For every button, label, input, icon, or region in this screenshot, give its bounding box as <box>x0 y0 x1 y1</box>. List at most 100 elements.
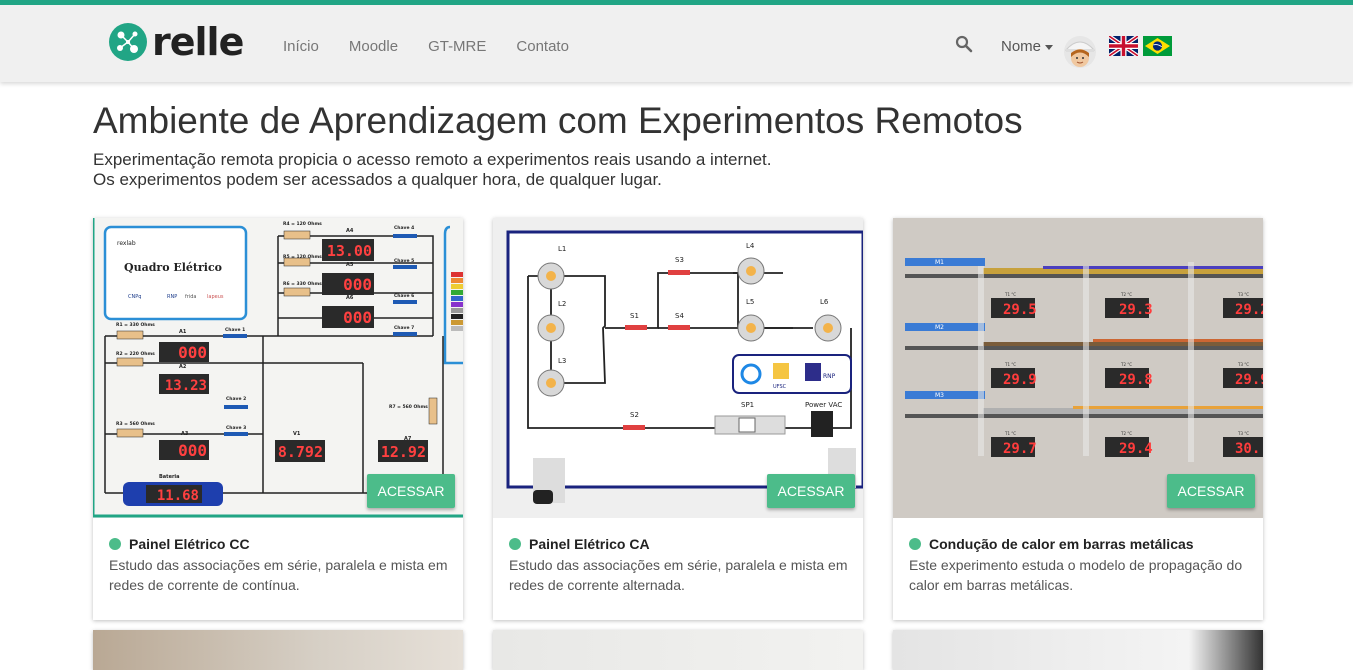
subtitle-line-2: Os experimentos podem ser acessados a qu… <box>93 170 662 189</box>
brand-name: relle <box>152 20 244 64</box>
a1-label: A1 <box>179 329 187 335</box>
l6-label: L6 <box>820 298 829 306</box>
s4-label: S4 <box>675 312 684 320</box>
display-a7: 12.92 <box>381 443 426 461</box>
rnp-logo-text-ac: RNP <box>823 373 836 380</box>
cnpq-logo-text: CNPq <box>128 294 141 300</box>
flag-brazil-icon[interactable] <box>1143 36 1172 56</box>
r1-label: R1 = 330 Ohms <box>116 322 155 328</box>
frida-logo-text: frida <box>185 294 196 300</box>
m1-t1-label: T1 °C <box>1004 292 1016 297</box>
battery-label: Bateria <box>159 474 180 480</box>
online-status-dot <box>909 538 921 550</box>
page-subtitle: Experimentação remota propicia o acesso … <box>93 150 771 190</box>
m1-t2-display: 29.3 <box>1119 302 1153 318</box>
m3-t1-label: T1 °C <box>1004 431 1016 436</box>
l3-label: L3 <box>558 357 566 365</box>
search-icon[interactable] <box>955 35 973 53</box>
display-a3: 000 <box>178 441 207 460</box>
lapeus-logo-text: lapeus <box>207 294 224 300</box>
l2-label: L2 <box>558 300 566 308</box>
avatar[interactable] <box>1062 30 1098 70</box>
m1-label: M1 <box>935 259 944 266</box>
chave7-label: Chave 7 <box>394 325 414 331</box>
m3-t2-display: 29.4 <box>1119 441 1153 457</box>
m3-t3-label: T3 °C <box>1237 431 1249 436</box>
page-title: Ambiente de Aprendizagem com Experimento… <box>93 100 1023 141</box>
display-a2: 13.23 <box>165 378 207 394</box>
r2-label: R2 = 220 Ohms <box>116 351 155 357</box>
sp1-label: SP1 <box>741 401 754 409</box>
experiment-image-ac-panel: L1 L2 L3 L4 L5 L6 S1 S2 S3 S4 SP1 Power … <box>493 218 863 518</box>
r3-label: R3 = 560 Ohms <box>116 421 155 427</box>
card-title-text[interactable]: Condução de calor em barras metálicas <box>929 536 1194 552</box>
r5-label: R5 = 120 Ohms <box>283 254 322 260</box>
m1-t1-display: 29.5 <box>1003 302 1037 318</box>
card-description-dc-panel: Estudo das associações em série, paralel… <box>109 557 448 593</box>
card-description-heat-conduction: Este experimento estuda o modelo de prop… <box>909 557 1243 593</box>
chave1-label: Chave 1 <box>225 327 245 333</box>
m2-t2-display: 29.8 <box>1119 372 1153 388</box>
experiment-card-partial-3[interactable] <box>893 630 1263 670</box>
m2-t3-display: 29.9 <box>1235 372 1263 388</box>
m3-label: M3 <box>935 392 944 399</box>
nav-item-contato[interactable]: Contato <box>516 38 569 55</box>
subtitle-line-1: Experimentação remota propicia o acesso … <box>93 150 772 169</box>
m1-t2-label: T2 °C <box>1120 292 1132 297</box>
online-status-dot <box>109 538 121 550</box>
v1-label: V1 <box>293 431 301 437</box>
chave6-label: Chave 6 <box>394 293 414 299</box>
logo-network-icon <box>109 23 147 61</box>
display-a1: 000 <box>178 343 207 362</box>
a3-label: A3 <box>181 431 189 437</box>
nav-item-moodle[interactable]: Moodle <box>349 38 398 55</box>
experiment-image-heat-conduction: M1 M2 M3 T1 °C T2 °C T3 °C T1 °C T2 °C T… <box>893 218 1263 518</box>
caret-down-icon <box>1045 45 1054 50</box>
m3-t2-label: T2 °C <box>1120 431 1132 436</box>
r4-label: R4 = 120 Ohms <box>283 221 322 227</box>
chave3-label: Chave 3 <box>226 425 246 431</box>
power-vac-label: Power VAC <box>805 401 842 409</box>
r7-label: R7 = 560 Ohms <box>389 404 428 410</box>
card-title-text[interactable]: Painel Elétrico CC <box>129 536 250 552</box>
m2-t1-display: 29.9 <box>1003 372 1037 388</box>
a5-label: A5 <box>346 262 354 268</box>
chave2-label: Chave 2 <box>226 396 246 402</box>
flag-uk-icon[interactable] <box>1109 36 1138 56</box>
access-button-heat-conduction[interactable]: ACESSAR <box>1167 474 1255 508</box>
card-title-ac-panel: Painel Elétrico CA <box>509 536 650 552</box>
m2-t2-label: T2 °C <box>1120 362 1132 367</box>
card-title-heat-conduction: Condução de calor em barras metálicas <box>909 536 1194 552</box>
card-title-dc-panel: Painel Elétrico CC <box>109 536 250 552</box>
display-a4: 13.00 <box>327 242 372 260</box>
main-nav: Início Moodle GT-MRE Contato <box>283 38 569 55</box>
display-a5: 000 <box>343 275 372 294</box>
experiment-card-partial-1[interactable] <box>93 630 463 670</box>
r6-label: R6 = 330 Ohms <box>283 281 322 287</box>
experiment-card-heat-conduction: M1 M2 M3 T1 °C T2 °C T3 °C T1 °C T2 °C T… <box>893 218 1263 620</box>
nav-item-gt-mre[interactable]: GT-MRE <box>428 38 486 55</box>
card-description-ac-panel: Estudo das associações em série, paralel… <box>509 557 848 593</box>
m2-t1-label: T1 °C <box>1004 362 1016 367</box>
access-button-ac-panel[interactable]: ACESSAR <box>767 474 855 508</box>
user-name-label: Nome <box>1001 38 1042 55</box>
m2-label: M2 <box>935 324 944 331</box>
m3-t3-display: 30. <box>1235 441 1260 457</box>
nav-item-inicio[interactable]: Início <box>283 38 319 55</box>
rnp-logo-text: RNP <box>167 294 177 300</box>
experiment-card-partial-2[interactable] <box>493 630 863 670</box>
m3-t1-display: 29.7 <box>1003 441 1037 457</box>
chave5-label: Chave 5 <box>394 258 414 264</box>
m1-t3-label: T3 °C <box>1237 292 1249 297</box>
access-button-dc-panel[interactable]: ACESSAR <box>367 474 455 508</box>
user-menu[interactable]: Nome <box>1001 38 1054 55</box>
experiment-card-dc-panel: rexlab Quadro Elétrico CNPq RNP frida la… <box>93 218 463 620</box>
experiment-image-dc-panel: rexlab Quadro Elétrico CNPq RNP frida la… <box>93 218 463 518</box>
card-title-text[interactable]: Painel Elétrico CA <box>529 536 650 552</box>
experiment-card-ac-panel: L1 L2 L3 L4 L5 L6 S1 S2 S3 S4 SP1 Power … <box>493 218 863 620</box>
chave4-label: Chave 4 <box>394 225 414 231</box>
display-v1: 8.792 <box>278 443 323 461</box>
ufsc-logo-text: UFSC <box>773 384 787 390</box>
brand-logo[interactable]: relle <box>108 20 244 64</box>
online-status-dot <box>509 538 521 550</box>
